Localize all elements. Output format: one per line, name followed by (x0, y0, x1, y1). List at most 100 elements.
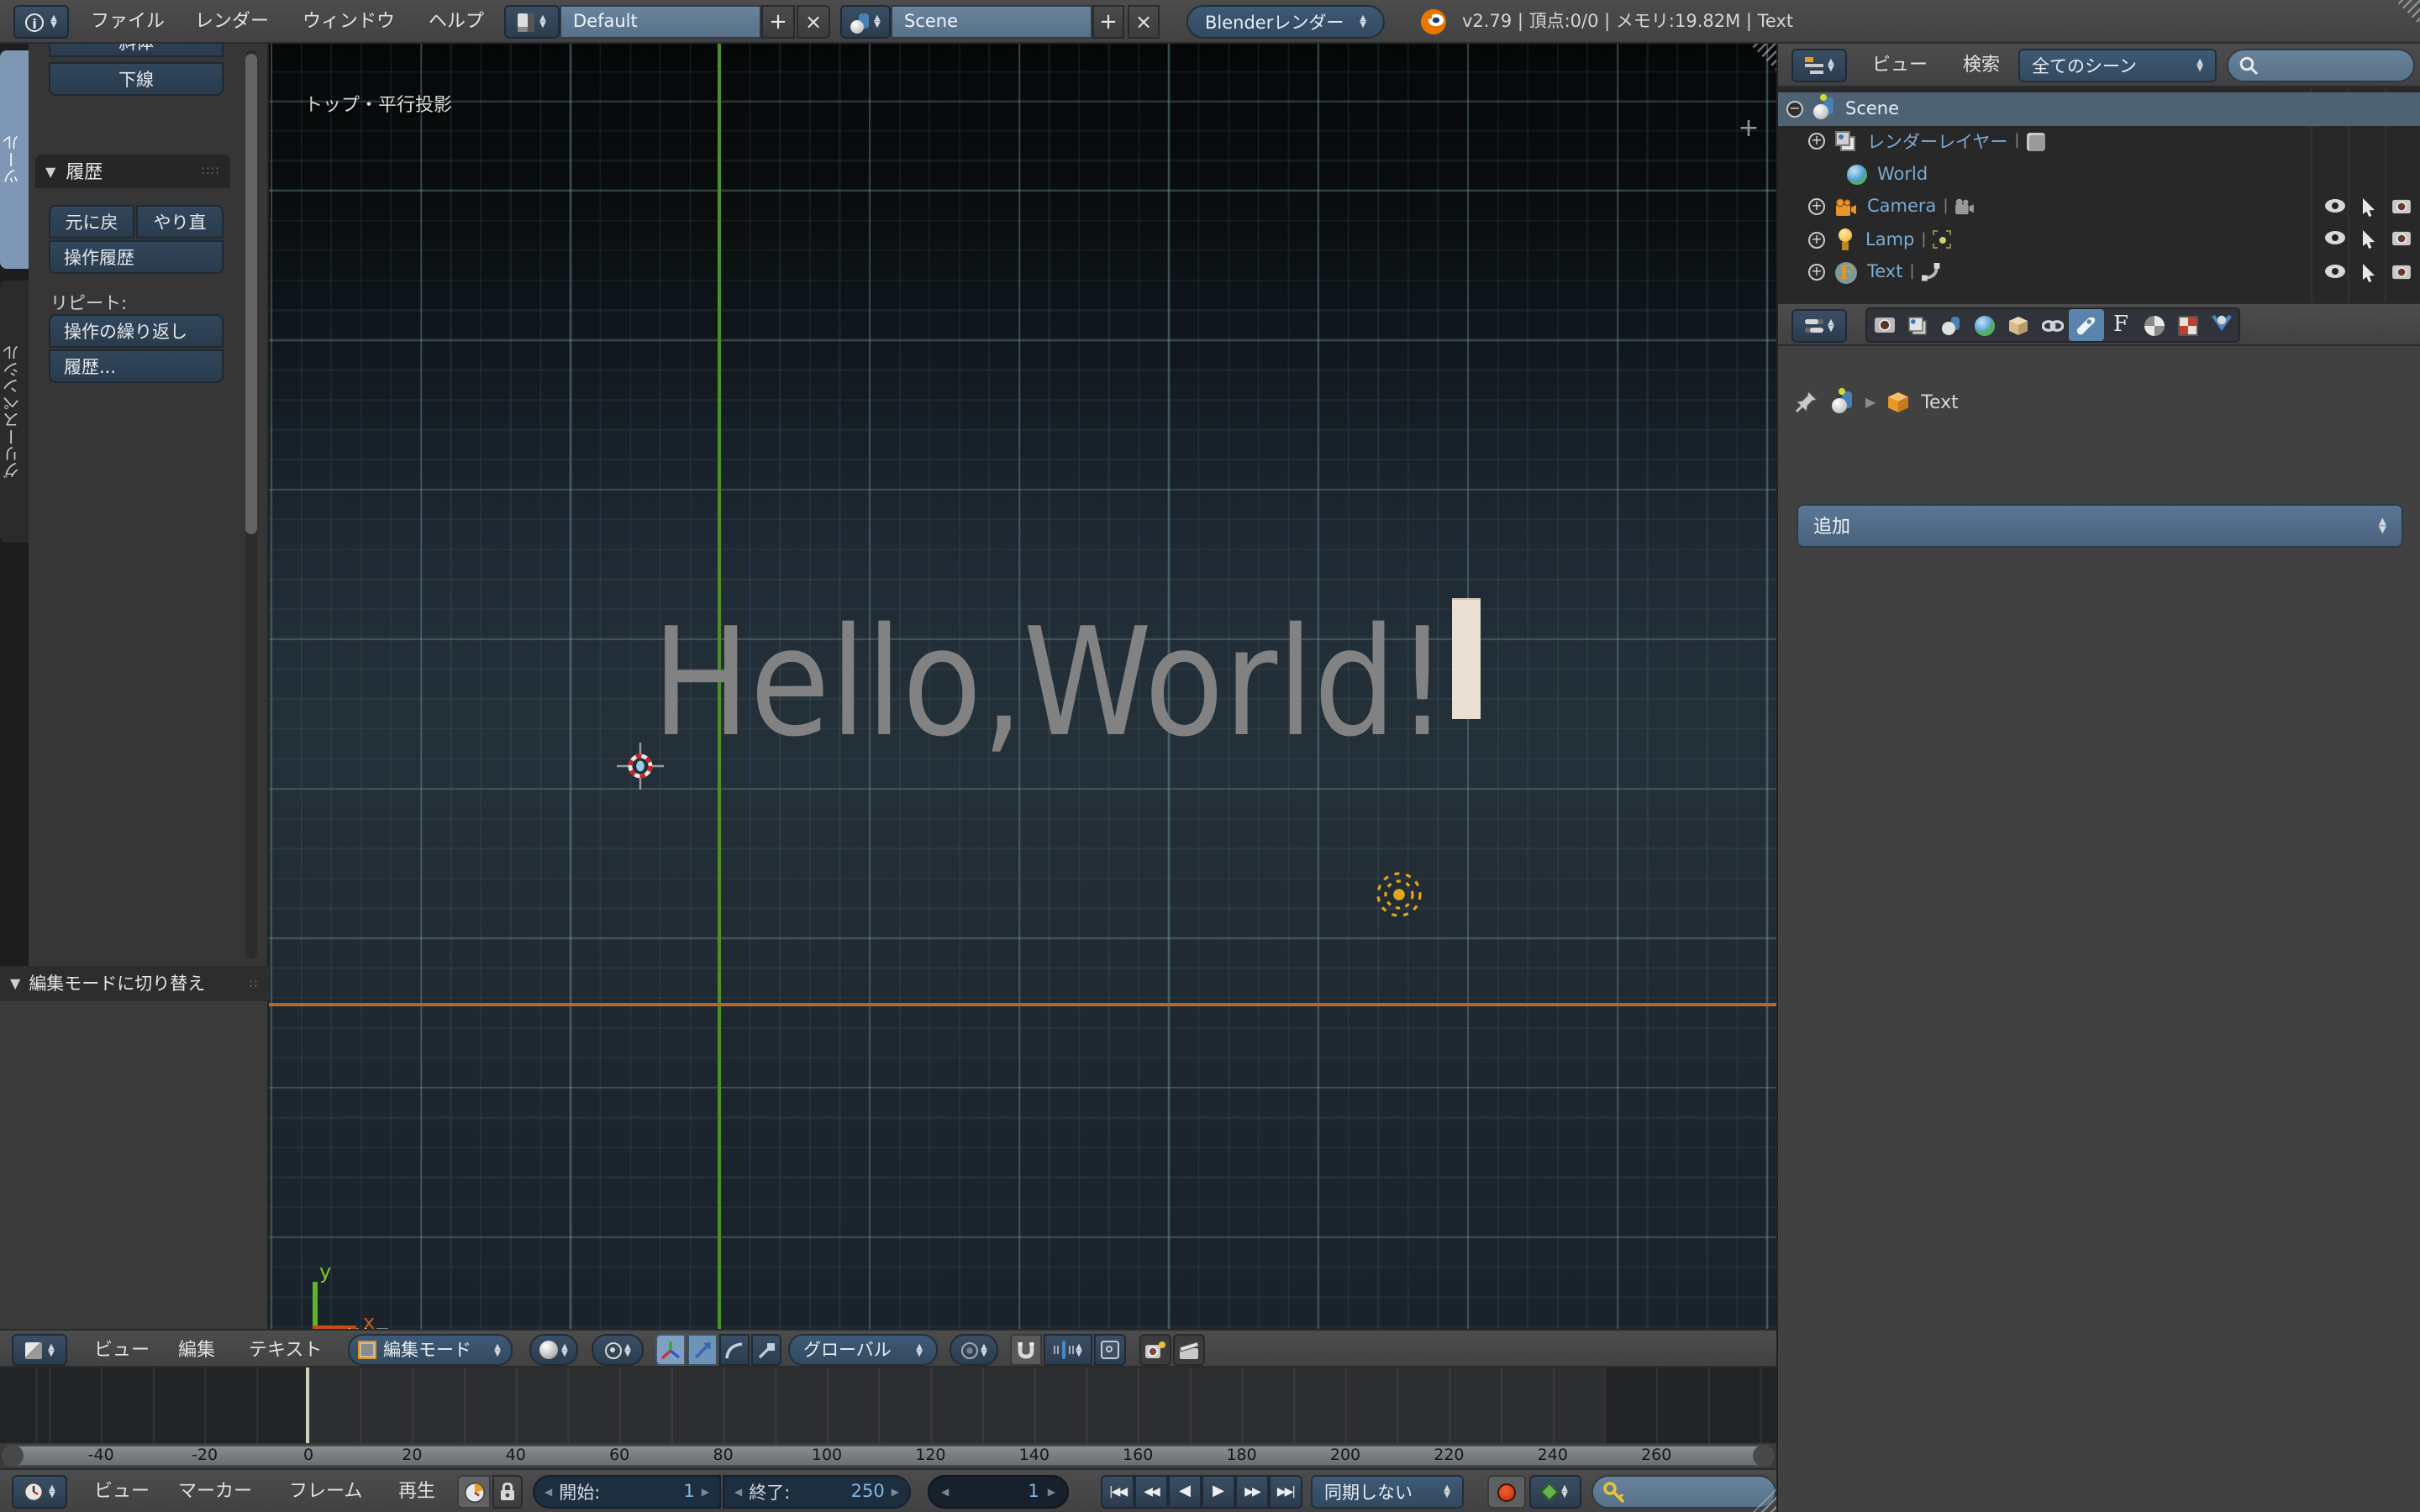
proportional-edit-dropdown[interactable]: ▲▼ (950, 1334, 998, 1366)
collapse-minus-icon[interactable]: − (1786, 101, 1803, 118)
increment-chevron-icon[interactable]: ▶ (1048, 1486, 1055, 1498)
history-panel-header[interactable]: ▼ 履歴 ∷∷ (35, 155, 230, 188)
layout-add-button[interactable]: + (761, 5, 795, 39)
mode-dropdown[interactable]: 編集モード ▲▼ (348, 1334, 513, 1366)
scene-add-button[interactable]: + (1092, 5, 1124, 39)
expand-plus-icon[interactable]: + (1808, 232, 1825, 249)
outliner-search-field[interactable] (2227, 49, 2415, 82)
tab-physics-icon[interactable] (2205, 309, 2238, 341)
sync-mode-dropdown[interactable]: 同期しない ▲▼ (1311, 1475, 1464, 1509)
menu-outliner-view[interactable]: ビュー (1862, 44, 1938, 87)
active-keying-set-field[interactable] (1591, 1475, 1776, 1509)
pivot-center-dropdown[interactable]: ▲▼ (592, 1334, 644, 1366)
scene-close-button[interactable]: × (1128, 5, 1160, 39)
play-button[interactable]: ▶ (1202, 1475, 1235, 1509)
repeat-last-button[interactable]: 操作の繰り返し (49, 314, 224, 348)
menu-window[interactable]: ウィンドウ (292, 0, 405, 44)
viewport-shading-dropdown[interactable]: ▲▼ (529, 1334, 578, 1366)
record-button[interactable] (1487, 1475, 1526, 1509)
visibility-eye-icon[interactable] (2324, 231, 2346, 246)
menu-text[interactable]: テキスト (239, 1331, 332, 1369)
outliner-row-lamp[interactable]: + Lamp | (1778, 223, 2420, 256)
outliner-row-scene[interactable]: − Scene (1778, 92, 2420, 125)
frame-start-field[interactable]: ◀ 開始: 1 ▶ (533, 1475, 721, 1509)
redo-button[interactable]: やり直 (136, 205, 224, 239)
prev-keyframe-button[interactable]: ◀◀ (1134, 1475, 1168, 1509)
opengl-render-anim-button[interactable] (1173, 1334, 1205, 1366)
frame-end-field[interactable]: ◀ 終了: 250 ▶ (723, 1475, 911, 1509)
layout-name-field[interactable]: Default (560, 5, 761, 39)
tab-modifiers-icon[interactable] (2069, 309, 2104, 341)
menu-timeline-marker[interactable]: マーカー (168, 1470, 262, 1512)
outliner-row-world[interactable]: World (1778, 158, 2420, 191)
scene-name-field[interactable]: Scene (891, 5, 1092, 39)
editor-type-outliner-button[interactable]: ▲▼ (1791, 49, 1847, 82)
editor-type-properties-button[interactable]: ▲▼ (1791, 309, 1847, 343)
outliner-scope-dropdown[interactable]: 全てのシーン ▲▼ (2018, 49, 2217, 82)
operation-history-button[interactable]: 操作履歴 (49, 240, 224, 274)
visibility-eye-icon[interactable] (2324, 198, 2346, 213)
tab-render-icon[interactable] (1867, 309, 1901, 341)
renderability-camera-icon[interactable] (2391, 231, 2412, 248)
play-reverse-button[interactable]: ◀ (1168, 1475, 1202, 1509)
tab-render-layers-icon[interactable] (1901, 309, 1934, 341)
decrement-chevron-icon[interactable]: ◀ (734, 1486, 742, 1498)
tab-grease-pencil[interactable]: グリースペンシル (0, 281, 29, 543)
menu-file[interactable]: ファイル (81, 0, 175, 44)
undo-button[interactable]: 元に戻 (49, 205, 134, 239)
screen-layout-button[interactable]: ▲▼ (504, 5, 560, 39)
panel-drag-dots-icon[interactable]: ∷∷ (202, 165, 220, 178)
selectable-cursor-icon[interactable] (2361, 198, 2376, 217)
region-expand-button[interactable]: + (1736, 118, 1761, 143)
underline-button[interactable]: 下線 (49, 62, 224, 96)
manipulator-rotate-button[interactable] (719, 1334, 750, 1366)
editor-type-3dview-button[interactable]: ▲▼ (12, 1334, 67, 1366)
tab-material-icon[interactable] (2138, 309, 2171, 341)
selectable-cursor-icon[interactable] (2361, 264, 2376, 282)
shelf-scrollbar-thumb[interactable] (245, 54, 257, 534)
menu-view[interactable]: ビュー (84, 1331, 160, 1369)
tab-object-icon[interactable] (2002, 309, 2035, 341)
snap-toggle-button[interactable] (1010, 1334, 1042, 1366)
outliner-row-render-layers[interactable]: + レンダーレイヤー | (1778, 125, 2420, 158)
scene-selector-button[interactable]: ▲▼ (840, 5, 891, 39)
menu-render[interactable]: レンダー (185, 0, 279, 44)
orientation-dropdown[interactable]: グローバル ▲▼ (788, 1334, 938, 1366)
menu-timeline-frame[interactable]: フレーム (279, 1470, 372, 1512)
renderability-camera-icon[interactable] (2391, 198, 2412, 215)
outliner-row-text[interactable]: + F Text | (1778, 256, 2420, 289)
timeline-scrollbar[interactable]: -40-200204060801001201401601802002202402… (0, 1443, 1776, 1468)
tab-scene-icon[interactable] (1934, 309, 1968, 341)
opengl-render-button[interactable] (1139, 1334, 1171, 1366)
editor-type-timeline-button[interactable]: ▲▼ (12, 1475, 67, 1509)
time-toggle-button[interactable] (457, 1475, 491, 1509)
window-resize-grip[interactable] (2395, 0, 2420, 25)
lamp-object-icon[interactable] (1375, 870, 1423, 919)
viewport-resize-grip[interactable] (1749, 44, 1776, 71)
increment-chevron-icon[interactable]: ▶ (892, 1486, 899, 1498)
visibility-eye-icon[interactable] (2324, 264, 2346, 279)
italic-button[interactable]: 斜体 (49, 44, 224, 57)
pin-icon[interactable] (1795, 390, 1818, 413)
manipulator-translate-button[interactable] (687, 1334, 718, 1366)
outliner-row-camera[interactable]: + Camera | (1778, 191, 2420, 223)
render-engine-dropdown[interactable]: Blenderレンダー ▲▼ (1186, 5, 1385, 39)
editor-type-info-button[interactable]: i ▲▼ (13, 5, 69, 39)
history-menu-button[interactable]: 履歴... (49, 349, 224, 383)
decrement-chevron-icon[interactable]: ◀ (941, 1486, 949, 1498)
tab-constraints-icon[interactable] (2035, 309, 2069, 341)
menu-help[interactable]: ヘルプ (418, 0, 494, 44)
increment-chevron-icon[interactable]: ▶ (702, 1486, 709, 1498)
snap-target-button[interactable] (1094, 1334, 1126, 1366)
next-keyframe-button[interactable]: ▶▶ (1235, 1475, 1269, 1509)
snap-element-dropdown[interactable]: ▲▼ (1044, 1334, 1092, 1366)
jump-to-start-button[interactable]: |◀◀ (1101, 1475, 1134, 1509)
tab-world-icon[interactable] (1968, 309, 2002, 341)
menu-timeline-view[interactable]: ビュー (84, 1470, 160, 1512)
current-frame-line[interactable] (305, 1368, 309, 1443)
tab-tools[interactable]: ツール (0, 50, 29, 269)
timeline-track-area[interactable] (0, 1368, 1776, 1443)
current-frame-field[interactable]: ◀ 1 ▶ (928, 1475, 1069, 1509)
menu-timeline-playback[interactable]: 再生 (388, 1470, 445, 1512)
keying-set-dropdown[interactable]: ▲▼ (1529, 1475, 1581, 1509)
